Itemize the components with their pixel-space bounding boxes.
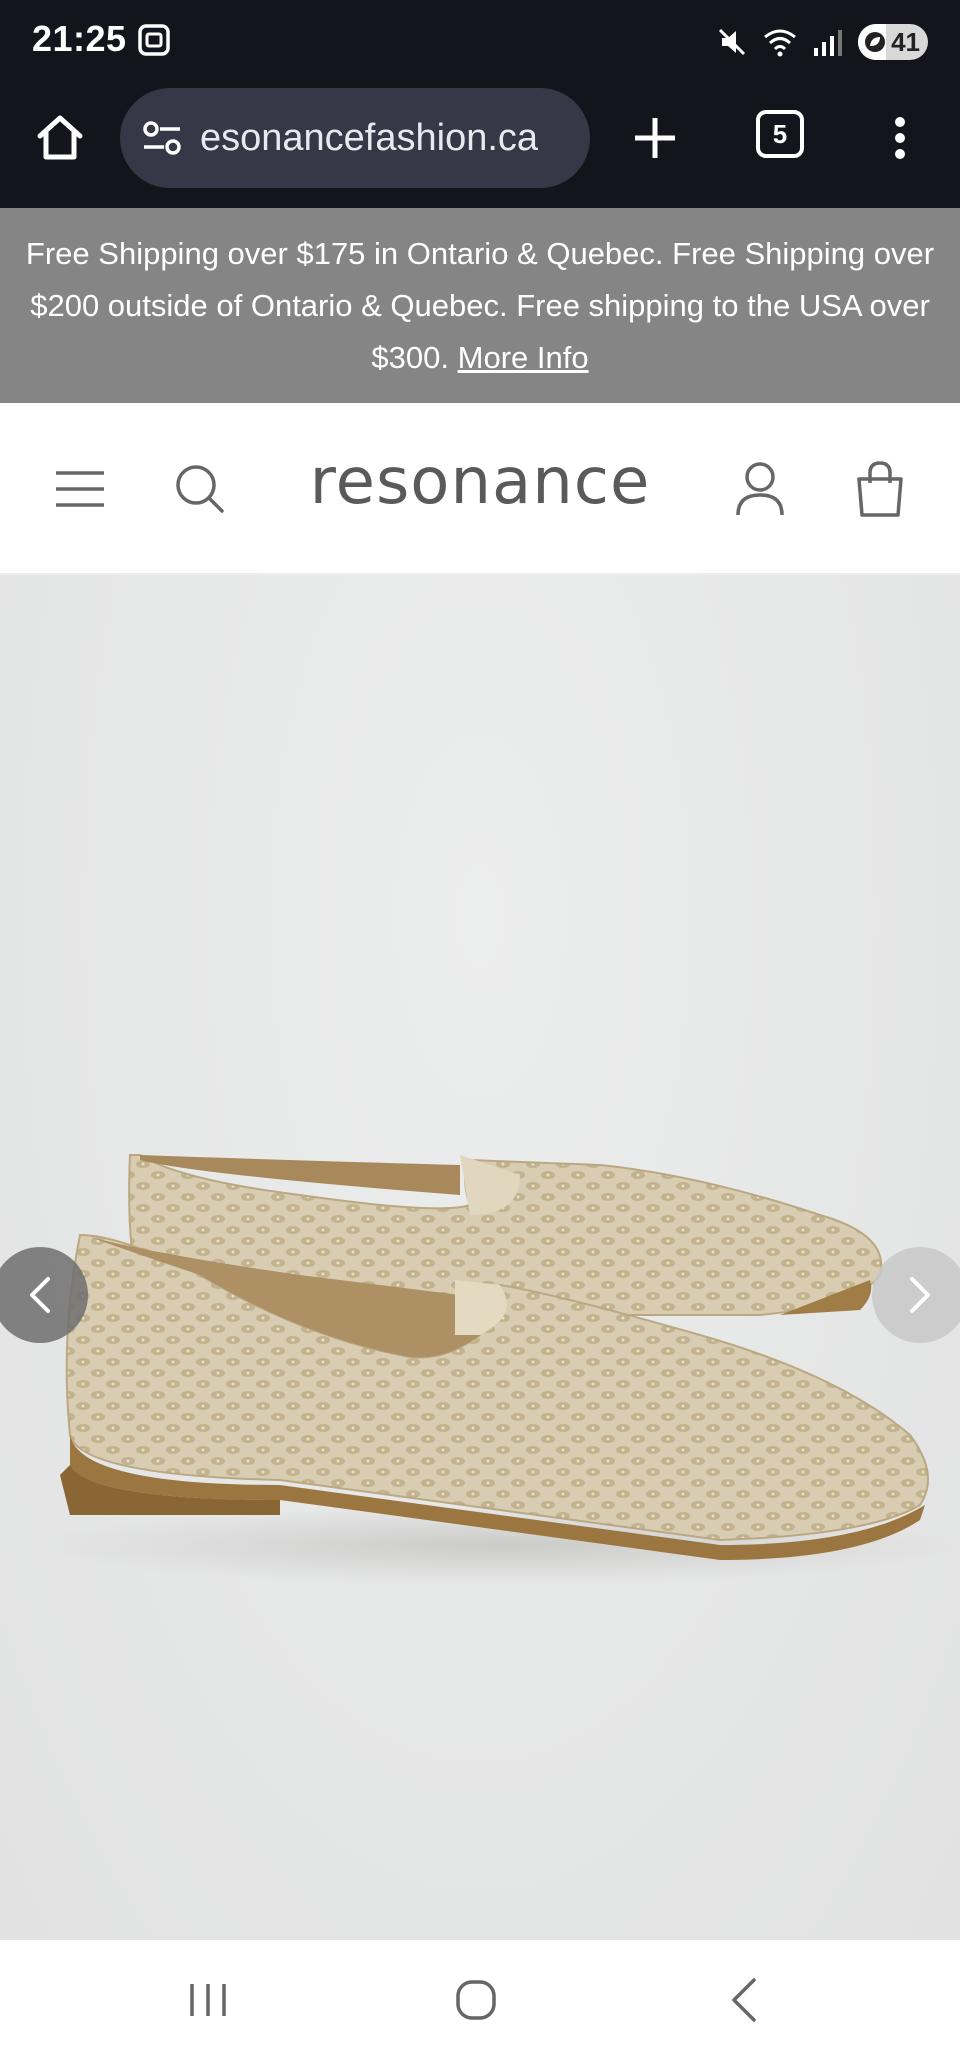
bag-icon (857, 461, 903, 517)
chevron-right-icon (910, 1277, 930, 1313)
new-tab-button[interactable] (625, 108, 685, 168)
home-icon (37, 115, 83, 160)
mute-icon (718, 28, 746, 56)
screenshot-icon (138, 24, 170, 56)
recent-apps-icon (190, 1984, 226, 2016)
more-menu-icon (895, 117, 905, 159)
home-nav-button[interactable] (436, 1970, 516, 2030)
announcement-bar: Free Shipping over $175 in Ontario & Que… (0, 208, 960, 403)
status-time: 21:25 (32, 18, 127, 59)
signal-icon (814, 30, 842, 56)
wifi-icon (764, 29, 796, 57)
tab-count: 5 (772, 118, 788, 149)
system-navigation-bar (0, 1940, 960, 2059)
url-text: esonancefashion.ca (200, 116, 539, 159)
home-circle-icon (456, 1980, 496, 2020)
product-image (40, 1154, 960, 1585)
status-bar: 21:25 41 (0, 0, 960, 84)
account-button[interactable] (732, 461, 788, 517)
cart-button[interactable] (852, 461, 908, 517)
chevron-left-icon (30, 1277, 50, 1313)
status-icons: 41 (714, 20, 928, 64)
browser-menu-button[interactable] (880, 108, 920, 168)
site-header: resonance (0, 403, 960, 575)
site-settings-icon[interactable] (140, 116, 184, 160)
power-saving-icon (865, 32, 885, 52)
back-nav-button[interactable] (704, 1970, 784, 2030)
product-image-gallery[interactable] (0, 575, 960, 1940)
recent-apps-button[interactable] (168, 1970, 248, 2030)
more-info-link[interactable]: More Info (458, 340, 589, 375)
browser-toolbar: esonancefashion.ca 5 (0, 84, 960, 208)
next-image-button[interactable] (872, 1247, 960, 1343)
battery-icon: 41 (858, 24, 928, 60)
back-icon (732, 1978, 756, 2022)
browser-home-button[interactable] (30, 108, 90, 168)
battery-level: 41 (891, 26, 920, 57)
tabs-button[interactable]: 5 (756, 110, 804, 158)
site-logo[interactable]: resonance (0, 445, 960, 519)
address-bar[interactable]: esonancefashion.ca (120, 88, 590, 188)
account-icon (736, 462, 784, 516)
new-tab-icon (635, 118, 675, 158)
